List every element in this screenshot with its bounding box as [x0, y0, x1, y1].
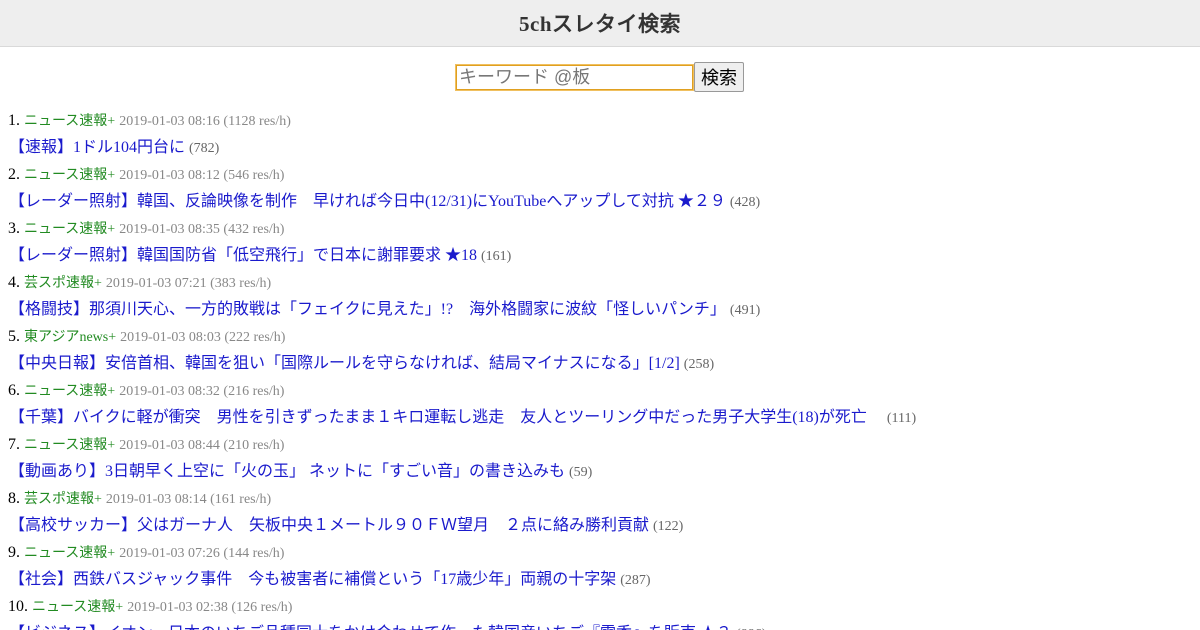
- result-rank: 5.: [8, 328, 20, 345]
- search-button[interactable]: 検索: [694, 62, 744, 92]
- result-rank: 8.: [8, 490, 20, 507]
- list-item: 10. ニュース速報+ 2019-01-03 02:38 (126 res/h)…: [8, 593, 1200, 630]
- thread-title-link[interactable]: 【ビジネス】イオン、日本のいちご品種同士をかけ合わせて作った韓国産いちご『雪香』…: [9, 625, 732, 630]
- result-meta-line: 5. 東アジアnews+ 2019-01-03 08:03 (222 res/h…: [8, 323, 1200, 350]
- thread-title-link[interactable]: 【中央日報】安倍首相、韓国を狙い「国際ルールを守らなければ、結局マイナスになる」…: [9, 355, 680, 372]
- board-link[interactable]: 東アジアnews+: [24, 330, 116, 345]
- response-count: (428): [729, 195, 761, 210]
- result-title-line: 【レーダー照射】韓国、反論映像を制作 早ければ今日中(12/31)にYouTub…: [8, 188, 1200, 215]
- page-title: 5chスレタイ検索: [519, 12, 681, 36]
- result-title-line: 【社会】西鉄バスジャック事件 今も被害者に補償という「17歳少年」両親の十字架 …: [8, 566, 1200, 593]
- thread-title-link[interactable]: 【千葉】バイクに軽が衝突 男性を引きずったまま１キロ運転し逃走 友人とツーリング…: [9, 409, 883, 426]
- search-bar: 検索: [0, 47, 1200, 107]
- board-link[interactable]: ニュース速報+: [24, 438, 115, 453]
- board-link[interactable]: ニュース速報+: [24, 384, 115, 399]
- result-title-line: 【千葉】バイクに軽が衝突 男性を引きずったまま１キロ運転し逃走 友人とツーリング…: [8, 404, 1200, 431]
- list-item: 2. ニュース速報+ 2019-01-03 08:12 (546 res/h) 【…: [8, 161, 1200, 215]
- result-rank: 7.: [8, 436, 20, 453]
- thread-title-link[interactable]: 【格闘技】那須川天心、一方的敗戦は「フェイクに見えた」!? 海外格闘家に波紋「怪…: [9, 301, 726, 318]
- result-meta-line: 7. ニュース速報+ 2019-01-03 08:44 (210 res/h): [8, 431, 1200, 458]
- response-count: (59): [569, 465, 593, 480]
- result-meta: 2019-01-03 08:16 (1128 res/h): [119, 114, 291, 129]
- list-item: 1. ニュース速報+ 2019-01-03 08:16 (1128 res/h)…: [8, 107, 1200, 161]
- result-meta: 2019-01-03 08:44 (210 res/h): [119, 438, 285, 453]
- result-rank: 10.: [8, 598, 28, 615]
- result-meta: 2019-01-03 07:26 (144 res/h): [119, 546, 285, 561]
- result-title-line: 【格闘技】那須川天心、一方的敗戦は「フェイクに見えた」!? 海外格闘家に波紋「怪…: [8, 296, 1200, 323]
- thread-title-link[interactable]: 【動画あり】3日朝早く上空に「火の玉」 ネットに「すごい音」の書き込みも: [9, 463, 565, 480]
- page-header: 5chスレタイ検索: [0, 0, 1200, 47]
- thread-title-link[interactable]: 【速報】1ドル104円台に: [9, 139, 185, 156]
- result-rank: 1.: [8, 112, 20, 129]
- response-count: (782): [189, 141, 220, 156]
- search-input[interactable]: [455, 63, 694, 91]
- result-meta: 2019-01-03 08:35 (432 res/h): [119, 222, 285, 237]
- result-meta: 2019-01-03 08:12 (546 res/h): [119, 168, 285, 183]
- result-meta-line: 1. ニュース速報+ 2019-01-03 08:16 (1128 res/h): [8, 107, 1200, 134]
- result-title-line: 【動画あり】3日朝早く上空に「火の玉」 ネットに「すごい音」の書き込みも (59…: [8, 458, 1200, 485]
- list-item: 4. 芸スポ速報+ 2019-01-03 07:21 (383 res/h) 【格…: [8, 269, 1200, 323]
- thread-title-link[interactable]: 【レーダー照射】韓国国防省「低空飛行」で日本に謝罪要求 ★18: [9, 247, 477, 264]
- response-count: (111): [886, 411, 917, 426]
- result-title-line: 【ビジネス】イオン、日本のいちご品種同士をかけ合わせて作った韓国産いちご『雪香』…: [8, 620, 1200, 630]
- result-meta-line: 9. ニュース速報+ 2019-01-03 07:26 (144 res/h): [8, 539, 1200, 566]
- result-rank: 2.: [8, 166, 20, 183]
- thread-title-link[interactable]: 【レーダー照射】韓国、反論映像を制作 早ければ今日中(12/31)にYouTub…: [9, 193, 726, 210]
- response-count: (258): [683, 357, 715, 372]
- result-meta: 2019-01-03 08:14 (161 res/h): [105, 492, 272, 507]
- result-meta: 2019-01-03 02:38 (126 res/h): [127, 600, 293, 615]
- result-meta-line: 10. ニュース速報+ 2019-01-03 02:38 (126 res/h): [8, 593, 1200, 620]
- response-count: (491): [729, 303, 761, 318]
- board-link[interactable]: 芸スポ速報+: [24, 276, 102, 291]
- result-meta: 2019-01-03 08:32 (216 res/h): [119, 384, 285, 399]
- result-title-line: 【レーダー照射】韓国国防省「低空飛行」で日本に謝罪要求 ★18 (161): [8, 242, 1200, 269]
- board-link[interactable]: 芸スポ速報+: [24, 492, 102, 507]
- result-rank: 4.: [8, 274, 20, 291]
- result-rank: 3.: [8, 220, 20, 237]
- result-meta: 2019-01-03 08:03 (222 res/h): [120, 330, 286, 345]
- result-title-line: 【速報】1ドル104円台に (782): [8, 134, 1200, 161]
- board-link[interactable]: ニュース速報+: [32, 600, 123, 615]
- board-link[interactable]: ニュース速報+: [24, 168, 115, 183]
- response-count: (122): [653, 519, 684, 534]
- list-item: 7. ニュース速報+ 2019-01-03 08:44 (210 res/h) 【…: [8, 431, 1200, 485]
- list-item: 3. ニュース速報+ 2019-01-03 08:35 (432 res/h) 【…: [8, 215, 1200, 269]
- thread-title-link[interactable]: 【社会】西鉄バスジャック事件 今も被害者に補償という「17歳少年」両親の十字架: [9, 571, 616, 588]
- result-meta-line: 8. 芸スポ速報+ 2019-01-03 08:14 (161 res/h): [8, 485, 1200, 512]
- list-item: 8. 芸スポ速報+ 2019-01-03 08:14 (161 res/h) 【高…: [8, 485, 1200, 539]
- list-item: 9. ニュース速報+ 2019-01-03 07:26 (144 res/h) 【…: [8, 539, 1200, 593]
- result-meta-line: 3. ニュース速報+ 2019-01-03 08:35 (432 res/h): [8, 215, 1200, 242]
- result-title-line: 【高校サッカー】父はガーナ人 矢板中央１メートル９０ＦＷ望月 ２点に絡み勝利貢献…: [8, 512, 1200, 539]
- thread-title-link[interactable]: 【高校サッカー】父はガーナ人 矢板中央１メートル９０ＦＷ望月 ２点に絡み勝利貢献: [9, 517, 649, 534]
- result-rank: 6.: [8, 382, 20, 399]
- result-list: 1. ニュース速報+ 2019-01-03 08:16 (1128 res/h)…: [0, 107, 1200, 630]
- list-item: 5. 東アジアnews+ 2019-01-03 08:03 (222 res/h…: [8, 323, 1200, 377]
- response-count: (287): [620, 573, 651, 588]
- result-meta: 2019-01-03 07:21 (383 res/h): [105, 276, 272, 291]
- result-title-line: 【中央日報】安倍首相、韓国を狙い「国際ルールを守らなければ、結局マイナスになる」…: [8, 350, 1200, 377]
- board-link[interactable]: ニュース速報+: [24, 222, 115, 237]
- result-meta-line: 6. ニュース速報+ 2019-01-03 08:32 (216 res/h): [8, 377, 1200, 404]
- response-count: (161): [481, 249, 512, 264]
- board-link[interactable]: ニュース速報+: [24, 546, 115, 561]
- result-meta-line: 4. 芸スポ速報+ 2019-01-03 07:21 (383 res/h): [8, 269, 1200, 296]
- board-link[interactable]: ニュース速報+: [24, 114, 115, 129]
- result-meta-line: 2. ニュース速報+ 2019-01-03 08:12 (546 res/h): [8, 161, 1200, 188]
- list-item: 6. ニュース速報+ 2019-01-03 08:32 (216 res/h) 【…: [8, 377, 1200, 431]
- result-rank: 9.: [8, 544, 20, 561]
